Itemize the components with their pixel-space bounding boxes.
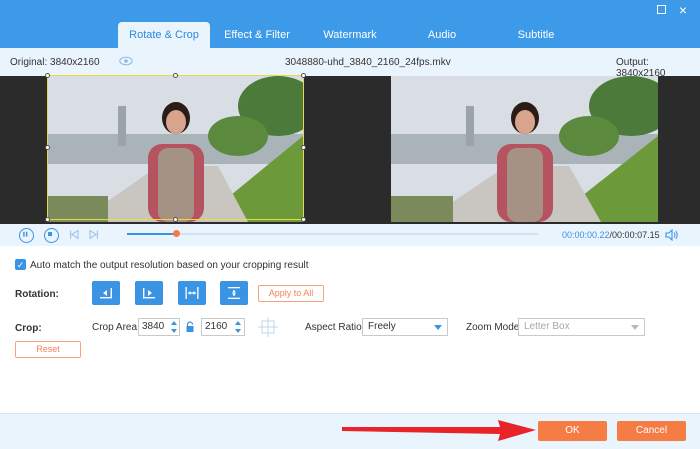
chevron-down-icon — [434, 325, 442, 330]
crop-width-stepper[interactable] — [170, 319, 178, 338]
info-bar: Original: 3840x2160 3048880-uhd_3840_216… — [0, 48, 700, 79]
crop-frame[interactable] — [47, 75, 304, 220]
tab-bar: Rotate & Crop Effect & Filter Watermark … — [0, 0, 700, 48]
crop-handle-bottom[interactable] — [173, 217, 178, 222]
video-frame-output — [391, 76, 658, 222]
volume-icon[interactable] — [665, 229, 679, 241]
eye-icon[interactable] — [119, 56, 133, 66]
tab-watermark[interactable]: Watermark — [312, 22, 388, 48]
tab-audio[interactable]: Audio — [410, 22, 474, 48]
crop-area-label: Crop Area: — [92, 322, 140, 333]
auto-match-label: Auto match the output resolution based o… — [30, 260, 309, 271]
crop-label: Crop: — [15, 323, 42, 334]
crop-handle-bottom-left[interactable] — [45, 217, 50, 222]
rotation-label: Rotation: — [15, 289, 59, 300]
rotate-left-icon — [100, 288, 112, 299]
crop-handle-left[interactable] — [45, 145, 50, 150]
zoom-mode-select[interactable]: Letter Box — [518, 318, 645, 336]
ok-button[interactable]: OK — [538, 421, 607, 441]
previous-frame-icon[interactable] — [69, 229, 80, 240]
center-crop-icon[interactable] — [257, 316, 279, 338]
crop-height-stepper[interactable] — [234, 319, 242, 338]
output-preview — [391, 76, 658, 222]
reset-button[interactable]: Reset — [15, 341, 81, 358]
tab-subtitle[interactable]: Subtitle — [502, 22, 570, 48]
red-arrow-annotation — [342, 420, 536, 441]
timecode: 00:00:00.22/00:00:07.15 — [562, 230, 660, 240]
rotate-right-icon — [143, 288, 155, 299]
progress-fill — [127, 233, 176, 235]
flip-horizontal-icon — [185, 287, 199, 299]
maximize-icon[interactable] — [654, 3, 668, 17]
crop-handle-top-left[interactable] — [45, 73, 50, 78]
stepper-arrows-icon — [235, 321, 241, 333]
tab-effect-filter[interactable]: Effect & Filter — [218, 22, 296, 48]
progress-handle[interactable] — [173, 230, 180, 237]
aspect-ratio-value: Freely — [368, 321, 396, 332]
auto-match-checkbox[interactable]: ✓ — [15, 259, 26, 270]
zoom-mode-value: Letter Box — [524, 321, 570, 332]
crop-handle-top[interactable] — [173, 73, 178, 78]
crop-handle-bottom-right[interactable] — [301, 217, 306, 222]
pause-icon — [23, 231, 28, 237]
lock-icon[interactable] — [185, 321, 195, 333]
flip-vertical-icon — [228, 287, 240, 299]
file-name: 3048880-uhd_3840_2160_24fps.mkv — [285, 57, 451, 68]
close-icon[interactable]: × — [676, 3, 690, 17]
chevron-down-icon — [631, 325, 639, 330]
crop-handle-right[interactable] — [301, 145, 306, 150]
crop-handle-top-right[interactable] — [301, 73, 306, 78]
cancel-button[interactable]: Cancel — [617, 421, 686, 441]
pause-button[interactable] — [19, 228, 34, 243]
rotate-right-button[interactable] — [135, 281, 163, 305]
tab-rotate-crop[interactable]: Rotate & Crop — [118, 22, 210, 48]
original-resolution: Original: 3840x2160 — [10, 57, 100, 68]
apply-to-all-button[interactable]: Apply to All — [258, 285, 324, 302]
rotate-left-button[interactable] — [92, 281, 120, 305]
stop-button[interactable] — [44, 228, 59, 243]
current-time: 00:00:00.22 — [562, 230, 610, 240]
zoom-mode-label: Zoom Mode: — [466, 322, 523, 333]
progress-track[interactable] — [127, 233, 538, 235]
flip-horizontal-button[interactable] — [178, 281, 206, 305]
stop-icon — [48, 232, 53, 237]
total-time: /00:00:07.15 — [609, 230, 660, 240]
flip-vertical-button[interactable] — [220, 281, 248, 305]
next-frame-icon[interactable] — [88, 229, 99, 240]
aspect-ratio-select[interactable]: Freely — [362, 318, 448, 336]
stepper-arrows-icon — [171, 321, 177, 333]
aspect-ratio-label: Aspect Ratio: — [305, 322, 365, 333]
